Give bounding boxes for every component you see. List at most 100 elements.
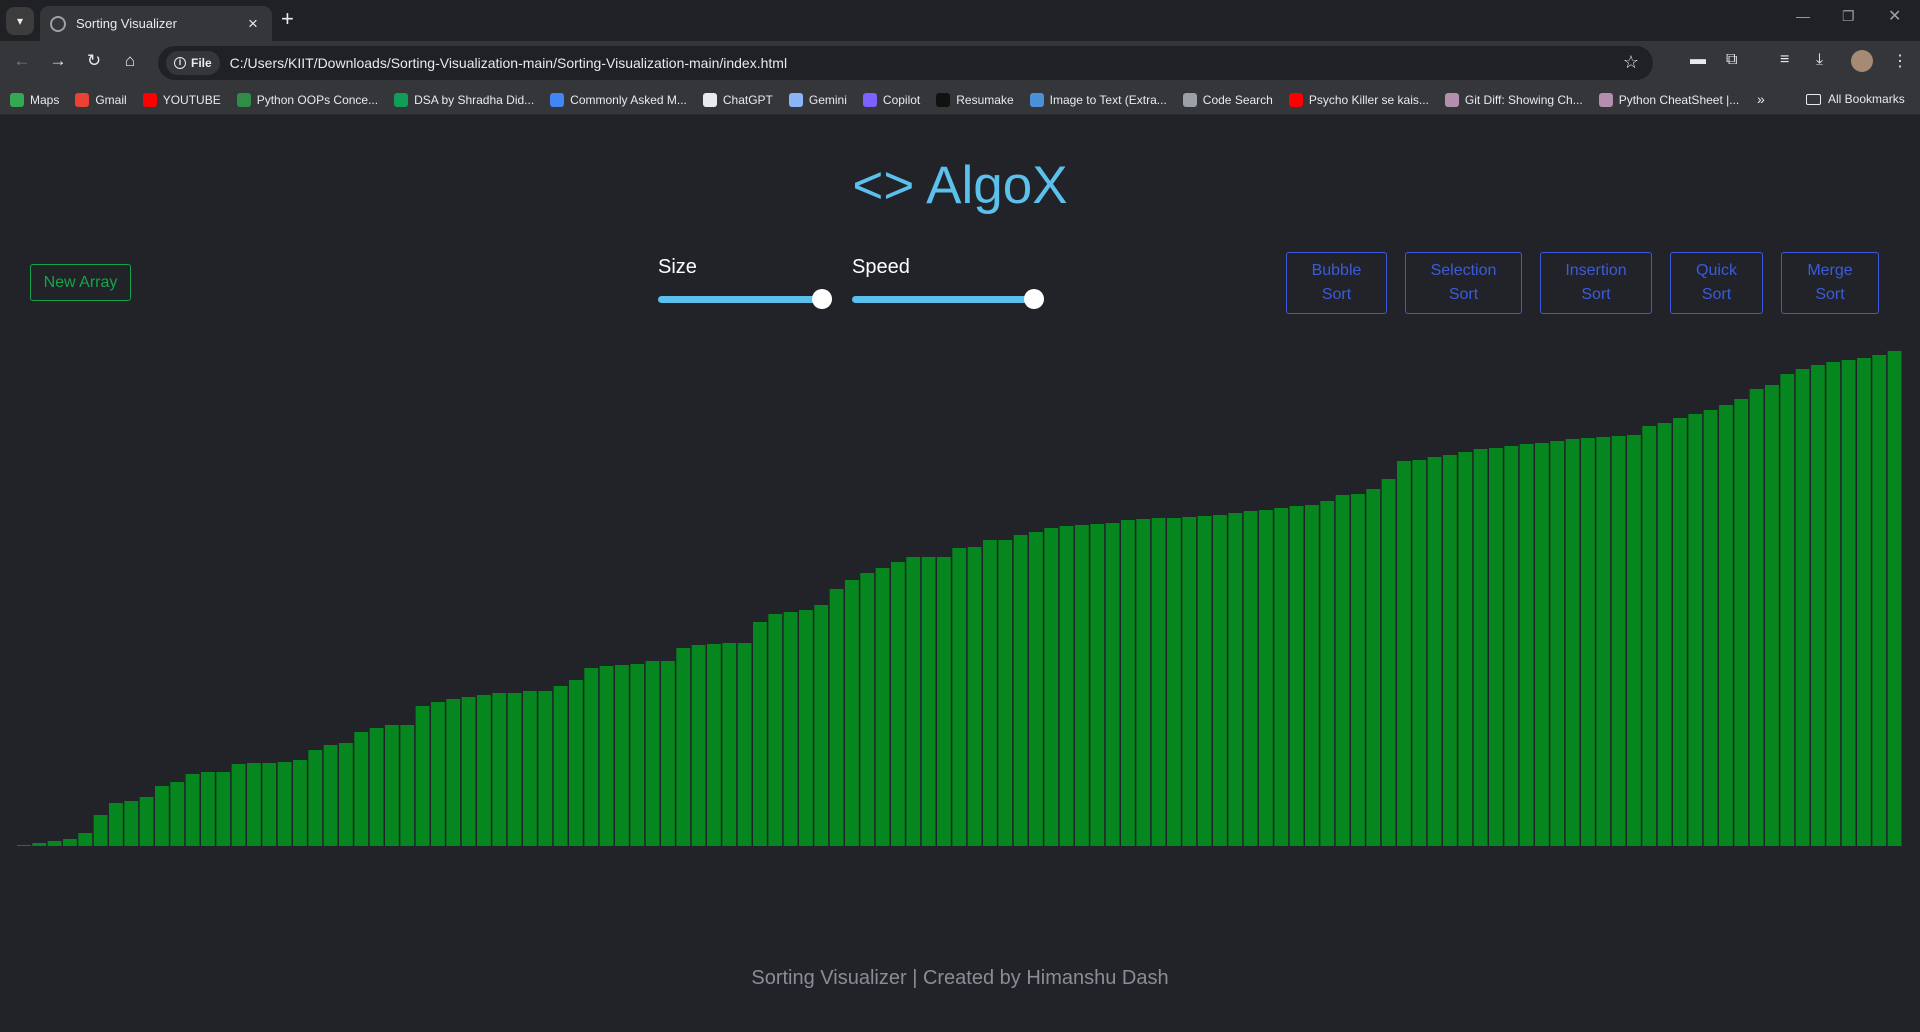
array-bar — [1151, 518, 1166, 846]
array-bar — [845, 580, 859, 846]
array-bar — [1182, 517, 1197, 846]
bookmark-item[interactable]: DSA by Shradha Did... — [394, 92, 534, 107]
insertion-sort-button[interactable]: Insertion Sort — [1540, 252, 1652, 314]
bookmark-item[interactable]: YOUTUBE — [142, 92, 221, 107]
array-bar — [1351, 494, 1365, 846]
tab-active[interactable]: Sorting Visualizer × — [40, 6, 272, 41]
site-info-chip[interactable]: i File — [166, 51, 220, 75]
browser-toolbar: ← → ↻ ⌂ i File C:/Users/KIIT/Downloads/S… — [0, 41, 1920, 85]
selection-sort-button[interactable]: Selection Sort — [1405, 252, 1522, 314]
bookmark-favicon-icon — [142, 92, 157, 107]
bookmark-item[interactable]: Maps — [10, 92, 59, 107]
speed-slider[interactable] — [852, 289, 1044, 309]
bookmark-item[interactable]: Gemini — [788, 92, 847, 107]
array-bar — [1443, 455, 1457, 846]
bookmark-item[interactable]: Psycho Killer se kais... — [1288, 92, 1429, 107]
bubble-sort-button[interactable]: Bubble Sort — [1286, 252, 1387, 314]
speed-control: Speed — [852, 256, 1044, 309]
array-bar — [1703, 410, 1718, 846]
bookmark-favicon-icon — [936, 92, 951, 107]
array-bar — [1765, 385, 1779, 846]
extension-icon[interactable]: ▬ — [1690, 51, 1706, 69]
new-tab-button[interactable]: + — [281, 8, 294, 30]
profile-avatar[interactable] — [1851, 50, 1873, 72]
bookmark-label: Gmail — [95, 92, 127, 107]
reload-icon[interactable]: ↻ — [82, 51, 106, 71]
close-tab-icon[interactable]: × — [244, 14, 262, 34]
tab-title: Sorting Visualizer — [76, 16, 177, 31]
array-bar — [1197, 516, 1212, 846]
array-bar — [1581, 438, 1595, 846]
array-bar — [1289, 506, 1304, 846]
array-bar — [415, 706, 430, 846]
array-bar — [1519, 444, 1534, 846]
bookmark-item[interactable]: Resumake — [936, 92, 1014, 107]
bookmark-label: Psycho Killer se kais... — [1308, 92, 1429, 107]
home-icon[interactable]: ⌂ — [118, 51, 142, 71]
array-bar — [1857, 358, 1871, 846]
folder-icon — [1806, 93, 1821, 105]
close-window-icon[interactable]: ✕ — [1888, 6, 1901, 26]
array-bar — [1320, 501, 1335, 846]
bookmark-item[interactable]: Python OOPs Conce... — [236, 92, 378, 107]
forward-icon[interactable]: → — [46, 51, 70, 71]
download-icon[interactable]: ⤓ — [1816, 51, 1823, 69]
bookmark-item[interactable]: Code Search — [1182, 92, 1273, 107]
bars-svg — [17, 351, 1902, 846]
size-slider-track — [658, 296, 832, 303]
bookmark-favicon-icon — [1182, 92, 1197, 107]
array-bar — [661, 661, 675, 846]
bookmark-item[interactable]: Python CheatSheet |... — [1598, 92, 1739, 107]
bookmark-item[interactable]: Git Diff: Showing Ch... — [1444, 92, 1583, 107]
all-bookmarks-button[interactable]: All Bookmarks — [1806, 92, 1905, 106]
back-icon[interactable]: ← — [10, 51, 34, 71]
minimize-icon[interactable]: — — [1796, 8, 1810, 24]
quick-sort-label: Quick — [1696, 262, 1737, 279]
bookmark-item[interactable]: Copilot — [862, 92, 920, 107]
array-bar — [323, 745, 338, 846]
array-bar — [722, 643, 737, 846]
puzzle-icon[interactable]: ⧉ — [1726, 51, 1737, 69]
array-bar — [385, 725, 399, 846]
array-bar — [599, 666, 614, 846]
bookmark-item[interactable]: Gmail — [75, 92, 127, 107]
array-bar — [676, 648, 691, 846]
bookmark-label: Code Search — [1202, 92, 1273, 107]
restore-icon[interactable]: ❐ — [1842, 8, 1855, 25]
more-bookmarks-button[interactable]: » — [1757, 91, 1765, 107]
bookmark-star-icon[interactable]: ☆ — [1623, 52, 1639, 73]
size-label: Size — [658, 256, 697, 278]
array-bars-chart — [17, 351, 1903, 846]
size-slider-thumb[interactable] — [812, 289, 832, 309]
array-bar — [1887, 351, 1902, 846]
merge-sort-button[interactable]: Merge Sort — [1781, 252, 1879, 314]
tab-search-button[interactable]: ▾ — [6, 7, 34, 35]
array-bar — [247, 763, 261, 846]
array-bar — [308, 750, 323, 846]
bookmark-item[interactable]: Image to Text (Extra... — [1029, 92, 1167, 107]
info-icon: i — [174, 57, 186, 69]
array-bar — [354, 732, 369, 846]
app-title: <> AlgoX — [852, 156, 1068, 215]
array-bar — [753, 622, 767, 846]
speed-slider-thumb[interactable] — [1024, 289, 1044, 309]
kebab-menu-icon[interactable]: ⋮ — [1892, 51, 1908, 71]
media-control-icon[interactable]: ≡ — [1780, 51, 1789, 69]
array-bar — [768, 614, 783, 846]
address-bar[interactable]: i File C:/Users/KIIT/Downloads/Sorting-V… — [158, 46, 1653, 80]
bookmark-item[interactable]: Commonly Asked M... — [550, 92, 687, 107]
array-bar — [1090, 524, 1105, 846]
quick-sort-button[interactable]: Quick Sort — [1670, 252, 1763, 314]
new-array-button[interactable]: New Array — [30, 264, 131, 301]
array-bar — [1611, 436, 1626, 846]
array-bar — [1305, 505, 1319, 846]
url-text[interactable]: C:/Users/KIIT/Downloads/Sorting-Visualiz… — [230, 55, 787, 71]
quick-sort-label-2: Sort — [1701, 286, 1732, 303]
bookmark-label: Git Diff: Showing Ch... — [1464, 92, 1583, 107]
array-bar — [1412, 460, 1427, 846]
size-slider[interactable] — [658, 289, 832, 309]
bookmark-item[interactable]: ChatGPT — [702, 92, 773, 107]
array-bar — [1059, 526, 1074, 846]
array-bar — [507, 693, 522, 846]
all-bookmarks-label: All Bookmarks — [1828, 92, 1905, 106]
